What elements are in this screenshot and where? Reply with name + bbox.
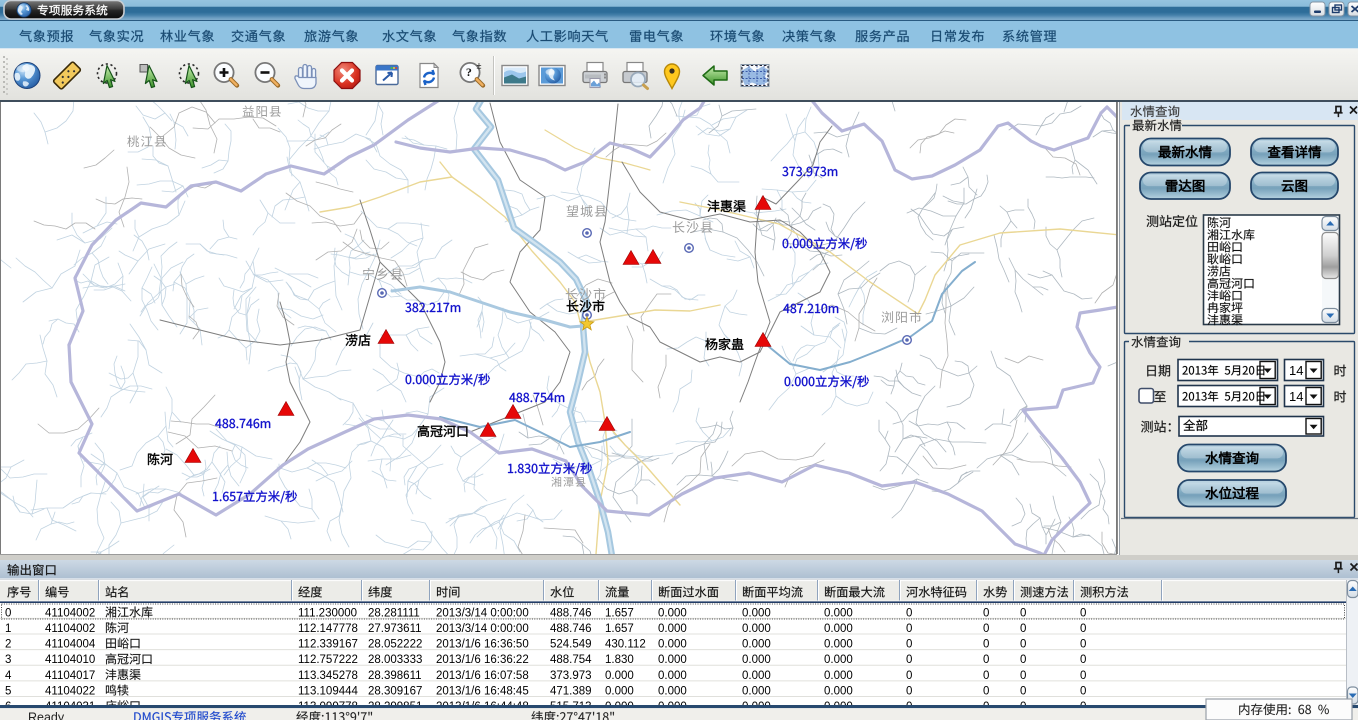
svg-text:Ready: Ready bbox=[28, 711, 65, 720]
svg-text:0: 0 bbox=[983, 623, 989, 635]
svg-text:1.657: 1.657 bbox=[605, 607, 634, 619]
svg-text:430.112: 430.112 bbox=[605, 639, 646, 651]
svg-text:0: 0 bbox=[5, 607, 11, 619]
svg-text:0.000: 0.000 bbox=[605, 670, 634, 682]
svg-text:0.000: 0.000 bbox=[824, 639, 853, 651]
svg-text:0: 0 bbox=[1080, 607, 1086, 619]
svg-text:0.000: 0.000 bbox=[605, 685, 634, 697]
svg-text:0: 0 bbox=[1020, 654, 1026, 666]
svg-text:0.000: 0.000 bbox=[824, 607, 853, 619]
svg-text:0: 0 bbox=[983, 685, 989, 697]
svg-text:28.003333: 28.003333 bbox=[368, 654, 422, 666]
svg-text:1.830: 1.830 bbox=[605, 654, 634, 666]
svg-text:0: 0 bbox=[906, 654, 912, 666]
svg-text:0: 0 bbox=[1080, 639, 1086, 651]
svg-text:?: ? bbox=[466, 65, 472, 79]
svg-text:2013/1/6 16:48:45: 2013/1/6 16:48:45 bbox=[436, 685, 529, 697]
svg-text:0: 0 bbox=[906, 607, 912, 619]
svg-text:2013/1/6 16:36:50: 2013/1/6 16:36:50 bbox=[436, 639, 529, 651]
svg-text:0: 0 bbox=[983, 670, 989, 682]
svg-text:28.398611: 28.398611 bbox=[368, 670, 422, 682]
svg-text:112.757222: 112.757222 bbox=[298, 654, 358, 666]
svg-text:28.052222: 28.052222 bbox=[368, 639, 422, 651]
svg-text:3: 3 bbox=[5, 654, 11, 666]
svg-text:0.000: 0.000 bbox=[742, 685, 771, 697]
svg-text:0.000: 0.000 bbox=[658, 654, 687, 666]
svg-text:0: 0 bbox=[983, 654, 989, 666]
svg-text:0: 0 bbox=[1080, 685, 1086, 697]
svg-text:112.339167: 112.339167 bbox=[298, 639, 358, 651]
svg-text:2013/3/14 0:00:00: 2013/3/14 0:00:00 bbox=[436, 623, 529, 635]
svg-text:1: 1 bbox=[5, 623, 11, 635]
svg-text:0: 0 bbox=[983, 607, 989, 619]
svg-text:0: 0 bbox=[1020, 623, 1026, 635]
svg-text:111.230000: 111.230000 bbox=[298, 607, 357, 619]
svg-text:0.000: 0.000 bbox=[742, 639, 771, 651]
svg-text:488.746: 488.746 bbox=[550, 607, 592, 619]
svg-text:41104010: 41104010 bbox=[45, 654, 95, 666]
svg-text:28.281111: 28.281111 bbox=[368, 607, 420, 619]
svg-text:0: 0 bbox=[1020, 607, 1026, 619]
svg-text:471.389: 471.389 bbox=[550, 685, 592, 697]
svg-text:0.000: 0.000 bbox=[742, 623, 771, 635]
svg-text:0.000: 0.000 bbox=[824, 685, 853, 697]
svg-text:2013/1/6 16:07:58: 2013/1/6 16:07:58 bbox=[436, 670, 529, 682]
svg-text:41104004: 41104004 bbox=[45, 639, 96, 651]
svg-text:41104022: 41104022 bbox=[45, 685, 95, 697]
svg-text:2013/3/14 0:00:00: 2013/3/14 0:00:00 bbox=[436, 607, 529, 619]
svg-text:0.000: 0.000 bbox=[824, 623, 853, 635]
svg-text:41104002: 41104002 bbox=[45, 623, 95, 635]
svg-text:2013/1/6 16:36:22: 2013/1/6 16:36:22 bbox=[436, 654, 529, 666]
svg-text:0.000: 0.000 bbox=[658, 670, 687, 682]
svg-text:0: 0 bbox=[906, 670, 912, 682]
svg-text:4: 4 bbox=[5, 670, 12, 682]
svg-text:41104002: 41104002 bbox=[45, 607, 95, 619]
svg-text:113.345278: 113.345278 bbox=[298, 670, 358, 682]
svg-text:0: 0 bbox=[906, 685, 912, 697]
svg-text:0.000: 0.000 bbox=[658, 623, 687, 635]
svg-text:0.000: 0.000 bbox=[658, 607, 687, 619]
svg-text:0: 0 bbox=[983, 639, 989, 651]
svg-text:113.109444: 113.109444 bbox=[298, 685, 359, 697]
svg-text:0.000: 0.000 bbox=[742, 654, 771, 666]
svg-text:2: 2 bbox=[5, 639, 11, 651]
svg-text:0: 0 bbox=[1080, 670, 1086, 682]
svg-text:±: ± bbox=[477, 61, 482, 71]
svg-text:488.746: 488.746 bbox=[550, 623, 592, 635]
svg-text:0: 0 bbox=[1080, 623, 1086, 635]
svg-text:0: 0 bbox=[1080, 654, 1086, 666]
svg-text:0.000: 0.000 bbox=[824, 654, 853, 666]
svg-text:41104017: 41104017 bbox=[45, 670, 95, 682]
svg-text:5: 5 bbox=[5, 685, 11, 697]
svg-text:0: 0 bbox=[1020, 639, 1026, 651]
svg-text:0.000: 0.000 bbox=[742, 607, 771, 619]
svg-text:524.549: 524.549 bbox=[550, 639, 592, 651]
svg-text:373.973: 373.973 bbox=[550, 670, 592, 682]
svg-text:27.973611: 27.973611 bbox=[368, 623, 422, 635]
svg-text:28.309167: 28.309167 bbox=[368, 685, 422, 697]
svg-text:0: 0 bbox=[906, 639, 912, 651]
svg-text:14: 14 bbox=[1289, 389, 1303, 404]
svg-text:0.000: 0.000 bbox=[742, 670, 771, 682]
svg-text:0: 0 bbox=[906, 623, 912, 635]
svg-text:0.000: 0.000 bbox=[658, 639, 687, 651]
svg-text:0: 0 bbox=[1020, 670, 1026, 682]
svg-text:488.754: 488.754 bbox=[550, 654, 592, 666]
svg-text:14: 14 bbox=[1289, 363, 1303, 378]
svg-text:112.147778: 112.147778 bbox=[298, 623, 358, 635]
svg-text:0: 0 bbox=[1020, 685, 1026, 697]
svg-text:0.000: 0.000 bbox=[824, 670, 853, 682]
svg-text:1.657: 1.657 bbox=[605, 623, 634, 635]
svg-text:0.000: 0.000 bbox=[658, 685, 687, 697]
